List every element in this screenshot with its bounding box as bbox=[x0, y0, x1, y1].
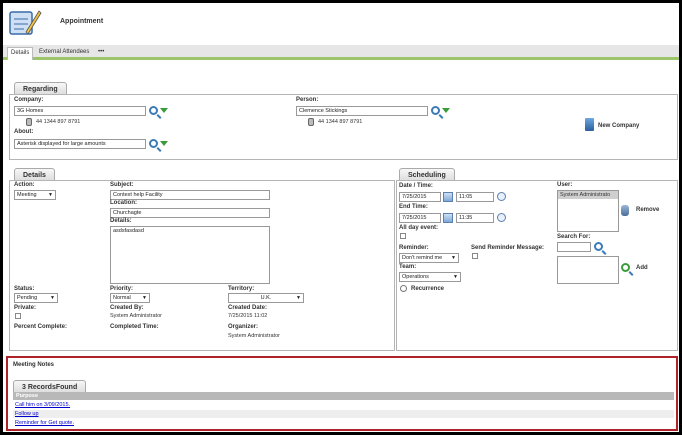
note-link[interactable]: Call him on 3/09/2015. bbox=[15, 402, 70, 408]
private-label: Private: bbox=[14, 305, 37, 311]
completed-time-label: Completed Time: bbox=[110, 324, 159, 330]
table-row: Call him on 3/09/2015. bbox=[13, 401, 674, 409]
appointment-notepad-icon bbox=[6, 6, 42, 38]
tab-details[interactable]: Details bbox=[7, 47, 34, 60]
about-search-icon[interactable] bbox=[149, 139, 158, 148]
subject-label: Subject: bbox=[110, 182, 134, 188]
meeting-notes-title: Meeting Notes bbox=[13, 362, 55, 368]
created-by-value: System Administrator bbox=[110, 313, 162, 319]
action-select[interactable]: Meeting bbox=[14, 190, 56, 200]
calendar-icon[interactable] bbox=[443, 213, 453, 223]
person-input[interactable]: Clemence Stickings bbox=[296, 106, 428, 116]
about-input[interactable]: Asterisk displayed for large amounts bbox=[14, 139, 146, 149]
note-link[interactable]: Reminder for Get quote. bbox=[15, 420, 74, 426]
end-date-input[interactable]: 7/25/2015 bbox=[399, 213, 441, 223]
end-time-input[interactable]: 11:35 bbox=[456, 213, 494, 223]
end-time-label: End Time: bbox=[399, 204, 428, 210]
page-title: Appointment bbox=[60, 18, 104, 25]
remove-button[interactable]: Remove bbox=[636, 207, 659, 213]
about-dropdown-icon[interactable] bbox=[160, 141, 168, 146]
person-phone: 44 1344 897 8791 bbox=[318, 119, 363, 125]
send-reminder-label: Send Reminder Message: bbox=[471, 245, 545, 251]
tab-bar: Details External Attendees ••• bbox=[3, 45, 679, 60]
company-input[interactable]: 3G Homes bbox=[14, 106, 146, 116]
company-label: Company: bbox=[14, 97, 44, 103]
reminder-label: Reminder: bbox=[399, 245, 429, 251]
tab-more[interactable]: ••• bbox=[95, 47, 107, 60]
start-date-input[interactable]: 7/25/2015 bbox=[399, 192, 441, 202]
company-phone: 44 1344 897 8791 bbox=[36, 119, 81, 125]
notes-column-header: Purpose bbox=[13, 392, 674, 400]
clock-icon[interactable] bbox=[497, 213, 506, 222]
search-for-label: Search For: bbox=[557, 234, 591, 240]
about-label: About: bbox=[14, 129, 34, 135]
priority-label: Priority: bbox=[110, 286, 134, 292]
all-day-label: All day event: bbox=[399, 225, 439, 231]
details-label: Details: bbox=[110, 218, 132, 224]
organizer-value: System Administrator bbox=[228, 333, 280, 339]
action-label: Action: bbox=[14, 182, 35, 188]
regarding-panel bbox=[9, 94, 678, 160]
created-date-value: 7/25/2015 11:02 bbox=[228, 313, 268, 319]
user-list-item[interactable]: System Administrato bbox=[558, 191, 618, 199]
all-day-checkbox[interactable] bbox=[400, 233, 406, 239]
search-results-list[interactable] bbox=[557, 256, 619, 284]
search-for-input[interactable] bbox=[557, 242, 591, 252]
phone-icon bbox=[308, 118, 314, 126]
new-company-button[interactable]: New Company bbox=[598, 123, 639, 129]
recurrence-icon[interactable] bbox=[400, 285, 407, 292]
person-search-icon[interactable] bbox=[431, 106, 440, 115]
created-date-label: Created Date: bbox=[228, 305, 268, 311]
calendar-icon[interactable] bbox=[443, 192, 453, 202]
details-textarea[interactable]: asdsfasdasd bbox=[110, 226, 270, 284]
new-company-icon[interactable] bbox=[585, 118, 594, 131]
team-select[interactable]: Operations bbox=[399, 272, 461, 282]
person-label: Person: bbox=[296, 97, 319, 103]
status-select[interactable]: Pending bbox=[14, 293, 58, 303]
person-dropdown-icon[interactable] bbox=[442, 108, 450, 113]
table-row: Reminder for Get quote. bbox=[13, 419, 674, 427]
remove-icon[interactable] bbox=[621, 205, 629, 216]
note-link[interactable]: Follow up bbox=[15, 411, 39, 417]
location-input[interactable]: Churchagte bbox=[110, 208, 270, 218]
user-label: User: bbox=[557, 182, 573, 188]
table-row: Follow up bbox=[13, 410, 674, 418]
private-checkbox[interactable] bbox=[15, 313, 21, 319]
company-dropdown-icon[interactable] bbox=[160, 108, 168, 113]
add-icon[interactable] bbox=[621, 263, 630, 272]
start-time-input[interactable]: 11:05 bbox=[456, 192, 494, 202]
add-button[interactable]: Add bbox=[636, 265, 648, 271]
user-list[interactable]: System Administrato bbox=[557, 190, 619, 232]
team-label: Team: bbox=[399, 264, 417, 270]
territory-label: Territory: bbox=[228, 286, 255, 292]
subject-input[interactable]: Context help Facility bbox=[110, 190, 270, 200]
organizer-label: Organizer: bbox=[228, 324, 259, 330]
send-reminder-checkbox[interactable] bbox=[472, 253, 478, 259]
territory-select[interactable]: U.K. bbox=[228, 293, 304, 303]
status-label: Status: bbox=[14, 286, 35, 292]
recurrence-link[interactable]: Recurrence bbox=[411, 286, 444, 292]
priority-select[interactable]: Normal bbox=[110, 293, 150, 303]
clock-icon[interactable] bbox=[497, 192, 506, 201]
percent-complete-label: Percent Complete: bbox=[14, 324, 68, 330]
tab-external-attendees[interactable]: External Attendees bbox=[36, 47, 92, 60]
date-time-label: Date / Time: bbox=[399, 183, 433, 189]
search-icon[interactable] bbox=[594, 242, 603, 251]
phone-icon bbox=[26, 118, 32, 126]
location-label: Location: bbox=[110, 200, 137, 206]
created-by-label: Created By: bbox=[110, 305, 144, 311]
reminder-select[interactable]: Don't remind me bbox=[399, 253, 459, 263]
company-search-icon[interactable] bbox=[149, 106, 158, 115]
